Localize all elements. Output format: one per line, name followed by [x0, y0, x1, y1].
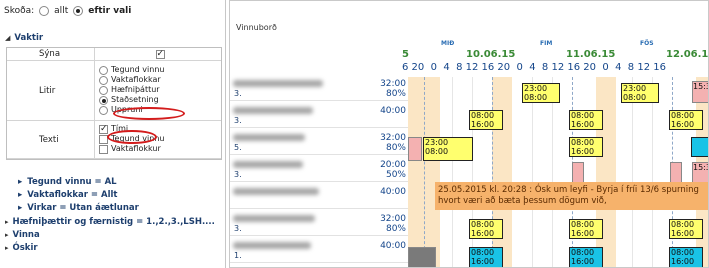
radio-by-choice-label: eftir vali	[88, 6, 132, 16]
schedule-panel: Vinnuborð MIÐ FIM FÖS 5 10.06.15 11.06.1…	[229, 0, 709, 268]
filter-panel: Skoða: allt eftir vali ◢ Vaktir Sýna ✓ L…	[0, 0, 226, 268]
radio-all-label: allt	[54, 6, 69, 16]
radio-by-choice[interactable]	[73, 6, 84, 16]
shift-block[interactable]: 23:00 08:00	[423, 137, 473, 161]
schedule-title: Vinnuborð	[236, 23, 277, 32]
day-label: MIÐ	[441, 40, 455, 47]
section-oskir[interactable]: ▸ Óskir	[2, 242, 224, 255]
shift-block[interactable]	[572, 162, 584, 184]
table-row[interactable]: 3. 32:00 80%	[230, 212, 408, 236]
table-row[interactable]: 5. 32:00 80%	[230, 131, 408, 155]
date-label: 10.06.15	[466, 49, 516, 60]
day-label: FIM	[540, 40, 553, 47]
section-vaktir[interactable]: ◢ Vaktir	[2, 32, 43, 45]
text-label: Texti	[7, 121, 95, 158]
section-skills[interactable]: ▸ Hæfniþættir og færnistig = 1.,2.,3.,LSH…	[2, 216, 224, 229]
shift-block[interactable]	[670, 162, 682, 184]
highlight-ring	[107, 130, 157, 144]
table-row[interactable]: 1. 40:00	[230, 239, 408, 263]
filter-virkar[interactable]: ▸ Virkar = Utan áætlunar	[18, 202, 223, 215]
table-row[interactable]: 3. 40:00	[230, 104, 408, 128]
collapse-icon: ◢	[5, 34, 11, 42]
view-label: Skoða:	[4, 6, 35, 16]
text-option[interactable]: Vaktaflokkur	[99, 144, 221, 154]
shift-block[interactable]: 08:00 16:00	[469, 247, 503, 267]
settings-grid: Sýna ✓ Litir Tegund vinnu Vaktaflokkar H…	[6, 47, 222, 160]
shift-block[interactable]: 08:00 16:00	[669, 247, 703, 267]
hours-scale: 6 20 0 4 8 12 16 20 0 4 8 12 16 20 0 4 8…	[402, 62, 666, 73]
filter-type[interactable]: ▸ Tegund vinnu = AL	[18, 176, 223, 189]
color-option[interactable]: Tegund vinnu	[99, 65, 221, 75]
timeline[interactable]: 23:00 08:00 23:00 08:00 15:3 08:00 16:00…	[408, 77, 708, 267]
request-note[interactable]: 25.05.2015 kl. 20:28 : Ósk um leyfi - By…	[435, 182, 708, 210]
shift-block[interactable]: 08:00 16:00	[569, 219, 603, 239]
color-option[interactable]: Hæfniþáttur	[99, 85, 221, 95]
show-checkbox[interactable]: ✓	[155, 49, 165, 59]
date-label: 11.06.15	[566, 49, 616, 60]
section-vinna[interactable]: ▸ Vinna	[2, 229, 224, 242]
shift-block[interactable]: 23:00 08:00	[621, 83, 659, 103]
table-row[interactable]: 40:00	[230, 185, 408, 209]
shift-block[interactable]: 23:00 08:00	[522, 83, 560, 103]
highlight-ring	[113, 107, 185, 120]
day-label: FÖS	[640, 40, 654, 47]
view-mode-row: Skoða: allt eftir vali	[0, 0, 225, 22]
shift-block[interactable]: 15:3	[692, 81, 708, 103]
shift-block[interactable]: 08:00 16:00	[469, 219, 503, 239]
shift-block[interactable]: 08:00 16:00	[569, 137, 603, 157]
filter-flokkar[interactable]: ▸ Vaktaflokkar = Allt	[18, 189, 223, 202]
shift-block[interactable]: 08:00 16:00	[669, 219, 703, 239]
show-row: Sýna ✓	[7, 48, 221, 61]
shift-block[interactable]: 08:00 16:00	[569, 247, 603, 267]
date-label: 12.06.1	[666, 49, 709, 60]
table-row[interactable]: 3. 32:00 80%	[230, 77, 408, 101]
color-option[interactable]: Vaktaflokkar	[99, 75, 221, 85]
show-row-label: Sýna	[7, 48, 95, 60]
colors-label: Litir	[7, 61, 95, 120]
date-label: 5	[402, 49, 409, 60]
shift-block[interactable]: 15:3	[692, 162, 708, 184]
radio-all[interactable]	[39, 6, 50, 16]
shift-block[interactable]: 08:00 16:00	[469, 110, 503, 130]
shift-block[interactable]	[408, 137, 422, 161]
shift-block[interactable]	[691, 137, 708, 157]
table-row[interactable]: 3. 20:00 50%	[230, 158, 408, 182]
color-option-selected[interactable]: Staðsetning	[99, 95, 221, 105]
shift-block[interactable]: 08:00 16:00	[669, 110, 703, 130]
shift-block[interactable]: 08:00 16:00	[569, 110, 603, 130]
shift-block[interactable]	[408, 247, 436, 267]
section-vaktir-label: Vaktir	[14, 33, 44, 43]
